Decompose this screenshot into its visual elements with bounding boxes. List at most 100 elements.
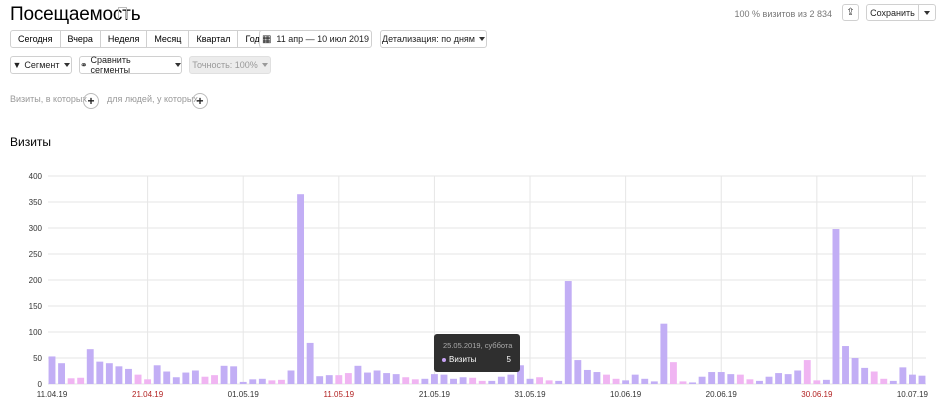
chart-bar bbox=[727, 374, 735, 384]
chart-bar bbox=[48, 356, 56, 384]
tab-yesterday[interactable]: Вчера bbox=[61, 31, 101, 47]
chart-bar bbox=[650, 381, 658, 384]
people-filter-label: для людей, у которых bbox=[107, 94, 198, 104]
x-tick-label: 20.06.19 bbox=[706, 390, 738, 399]
chart-bar bbox=[469, 377, 477, 384]
chart-bar bbox=[325, 375, 333, 384]
detail-dropdown[interactable]: Детализация: по дням bbox=[380, 30, 487, 48]
chart-bar bbox=[641, 378, 649, 384]
export-button[interactable]: ⇪ bbox=[842, 4, 859, 21]
chart-bar bbox=[507, 374, 515, 384]
chart-bar bbox=[430, 374, 438, 384]
chart-bar bbox=[344, 373, 352, 384]
y-tick-label: 100 bbox=[29, 328, 43, 337]
date-range-picker[interactable]: ▦ 11 апр — 10 июл 2019 bbox=[259, 30, 372, 48]
chart-bar bbox=[736, 374, 744, 384]
chart-bar bbox=[115, 366, 123, 384]
chart-bar bbox=[134, 374, 142, 384]
chevron-down-icon bbox=[924, 10, 930, 15]
chart-bar bbox=[316, 376, 324, 384]
chart-bar bbox=[775, 373, 783, 384]
save-menu-button[interactable] bbox=[918, 4, 936, 21]
chart-bar bbox=[756, 380, 763, 384]
chart-tooltip: 25.05.2019, суббота Визиты 5 bbox=[434, 334, 520, 372]
chart-bar bbox=[851, 358, 859, 384]
tab-month[interactable]: Месяц bbox=[147, 31, 190, 47]
chart-bar bbox=[297, 194, 305, 384]
compare-icon: ⚭ bbox=[80, 59, 88, 70]
chart-bar bbox=[86, 349, 94, 384]
chart-bar bbox=[832, 229, 840, 384]
chart-bar bbox=[96, 361, 104, 384]
chart-bar bbox=[163, 371, 171, 384]
y-tick-label: 300 bbox=[29, 224, 43, 233]
chart-bar bbox=[545, 380, 553, 384]
chart-bar bbox=[689, 382, 696, 384]
visits-share-label: 100 % визитов из 2 834 bbox=[734, 9, 832, 19]
chart-bar bbox=[411, 379, 419, 384]
filter-icon: ▼ bbox=[12, 60, 22, 70]
y-tick-label: 0 bbox=[38, 380, 43, 389]
x-tick-label: 21.05.19 bbox=[419, 390, 451, 399]
chevron-down-icon bbox=[175, 63, 181, 67]
calendar-icon: ▦ bbox=[261, 33, 272, 45]
chart-bar bbox=[526, 378, 534, 384]
chart-bar bbox=[335, 375, 343, 384]
chart-bar bbox=[574, 360, 582, 384]
chart-bar bbox=[717, 372, 725, 384]
chart-bar bbox=[497, 376, 505, 384]
chart-bar bbox=[383, 373, 391, 384]
period-tabs: Сегодня Вчера Неделя Месяц Квартал Год bbox=[10, 30, 268, 48]
chart-bar bbox=[669, 362, 677, 384]
x-tick-label: 01.05.19 bbox=[228, 390, 260, 399]
tab-today[interactable]: Сегодня bbox=[11, 31, 61, 47]
chart-bar bbox=[373, 370, 381, 384]
chart-bar bbox=[306, 342, 314, 384]
add-visit-condition-button[interactable]: + bbox=[83, 93, 99, 109]
chart-bar bbox=[421, 378, 429, 384]
y-tick-label: 200 bbox=[29, 276, 43, 285]
add-people-condition-button[interactable]: + bbox=[192, 93, 208, 109]
compare-segments-button[interactable]: ⚭ Сравнить сегменты bbox=[79, 55, 182, 75]
chart-bar bbox=[230, 366, 238, 384]
chart-bar bbox=[201, 376, 209, 384]
chart-bar bbox=[842, 346, 849, 384]
chart-bar bbox=[564, 281, 572, 384]
chart-bar bbox=[870, 371, 878, 384]
segment-button[interactable]: ▼ Сегмент bbox=[10, 56, 72, 74]
chart-bar bbox=[813, 380, 821, 384]
chart-bar bbox=[58, 363, 66, 384]
chevron-down-icon bbox=[478, 37, 485, 41]
tab-quarter[interactable]: Квартал bbox=[189, 31, 239, 47]
chart-bar bbox=[258, 378, 266, 384]
accuracy-dropdown[interactable]: Точность: 100% bbox=[189, 56, 271, 74]
y-tick-label: 150 bbox=[29, 302, 43, 311]
bookmark-icon[interactable] bbox=[118, 7, 127, 19]
chart-bar bbox=[287, 370, 295, 384]
chart-bar bbox=[583, 369, 591, 384]
x-tick-label: 30.06.19 bbox=[801, 390, 833, 399]
chart-bar bbox=[536, 377, 544, 384]
tooltip-label: Визиты bbox=[449, 355, 477, 364]
chart-bar bbox=[622, 380, 630, 384]
chart-bar bbox=[822, 379, 830, 384]
save-button[interactable]: Сохранить bbox=[866, 4, 919, 21]
chart-bar bbox=[392, 374, 400, 384]
share-icon: ⇪ bbox=[846, 7, 855, 18]
chart-bar bbox=[555, 380, 563, 384]
chart-bar bbox=[784, 374, 792, 384]
chart-bar bbox=[364, 372, 371, 384]
tab-week[interactable]: Неделя bbox=[101, 31, 148, 47]
chart-bar bbox=[172, 377, 180, 384]
chart-bar bbox=[908, 374, 916, 384]
x-tick-label: 11.04.19 bbox=[37, 390, 68, 399]
chart-bar bbox=[459, 377, 467, 384]
y-tick-label: 350 bbox=[29, 198, 43, 207]
chart-bar bbox=[153, 365, 161, 384]
chart-bar bbox=[899, 367, 907, 384]
chart-bar bbox=[488, 380, 496, 384]
chart-bar bbox=[880, 378, 888, 384]
y-tick-label: 400 bbox=[29, 172, 43, 181]
visits-filter-label: Визиты, в которых bbox=[10, 94, 87, 104]
y-tick-label: 250 bbox=[29, 250, 43, 259]
